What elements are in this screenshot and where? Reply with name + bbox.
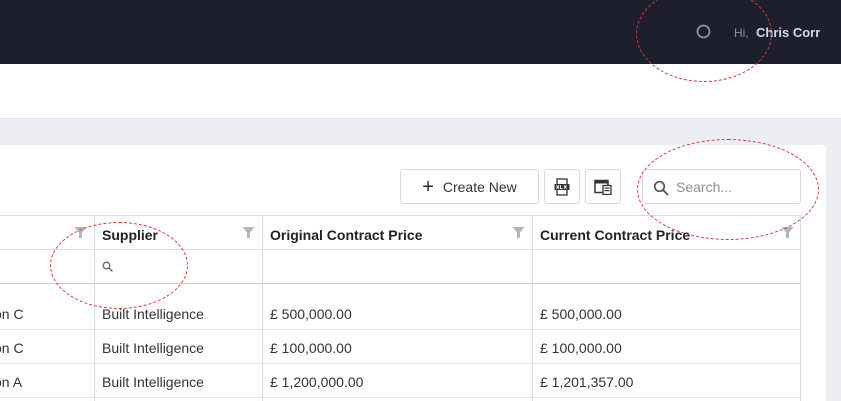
greeting-text: Hi, bbox=[734, 26, 749, 40]
column-chooser-icon bbox=[594, 179, 612, 195]
table-cell: on C bbox=[0, 330, 94, 364]
plus-icon: + bbox=[422, 175, 434, 198]
table-cell: £ 500,000.00 bbox=[533, 296, 800, 330]
filter-icon[interactable] bbox=[512, 226, 525, 239]
column-chooser-button[interactable] bbox=[585, 169, 621, 204]
table-cell: Built Intelligence bbox=[95, 330, 262, 364]
create-new-label: Create New bbox=[442, 178, 517, 195]
table-cell: on C bbox=[0, 296, 94, 330]
search-icon bbox=[102, 261, 113, 272]
table-cell: £ 1,201,357.00 bbox=[533, 364, 800, 398]
column-current-contract-price: Current Contract Price £ 500,000.00 £ 10… bbox=[533, 216, 800, 401]
user-name[interactable]: Chris Corr bbox=[756, 25, 820, 40]
column-first: on C on C on A bbox=[0, 216, 95, 401]
search-input[interactable] bbox=[676, 178, 794, 196]
filter-cell-current-contract-price[interactable] bbox=[533, 250, 800, 284]
filter-icon[interactable] bbox=[242, 226, 255, 239]
data-grid: on C on C on A Supplier Built Intelligen… bbox=[0, 215, 801, 401]
table-cell: £ 500,000.00 bbox=[263, 296, 532, 330]
table-cell: £ 100,000.00 bbox=[263, 330, 532, 364]
table-cell: on A bbox=[0, 364, 94, 398]
create-new-button[interactable]: + Create New bbox=[400, 169, 539, 204]
column-header-original-contract-price[interactable]: Original Contract Price bbox=[263, 216, 532, 250]
search-box[interactable] bbox=[642, 169, 801, 204]
table-cell: £ 1,200,000.00 bbox=[263, 364, 532, 398]
column-header-current-contract-price[interactable]: Current Contract Price bbox=[533, 216, 800, 250]
table-cell: Built Intelligence bbox=[95, 364, 262, 398]
filter-icon[interactable] bbox=[781, 226, 794, 239]
filter-cell-original-contract-price[interactable] bbox=[263, 250, 532, 284]
column-supplier: Supplier Built Intelligence Built Intell… bbox=[95, 216, 263, 401]
export-xlsx-button[interactable] bbox=[544, 169, 580, 204]
page-subheader bbox=[0, 64, 841, 119]
filter-icon[interactable] bbox=[74, 226, 87, 239]
filter-cell-supplier[interactable] bbox=[95, 250, 262, 284]
column-header-supplier[interactable]: Supplier bbox=[95, 216, 262, 250]
xlsx-export-icon bbox=[554, 177, 570, 196]
search-icon[interactable] bbox=[696, 24, 712, 40]
column-header[interactable] bbox=[0, 216, 94, 250]
filter-cell[interactable] bbox=[0, 250, 94, 284]
top-navbar: Hi, Chris Corr bbox=[0, 0, 841, 64]
column-original-contract-price: Original Contract Price £ 500,000.00 £ 1… bbox=[263, 216, 533, 401]
table-cell: Built Intelligence bbox=[95, 296, 262, 330]
table-cell: £ 100,000.00 bbox=[533, 330, 800, 364]
search-icon bbox=[653, 180, 669, 196]
